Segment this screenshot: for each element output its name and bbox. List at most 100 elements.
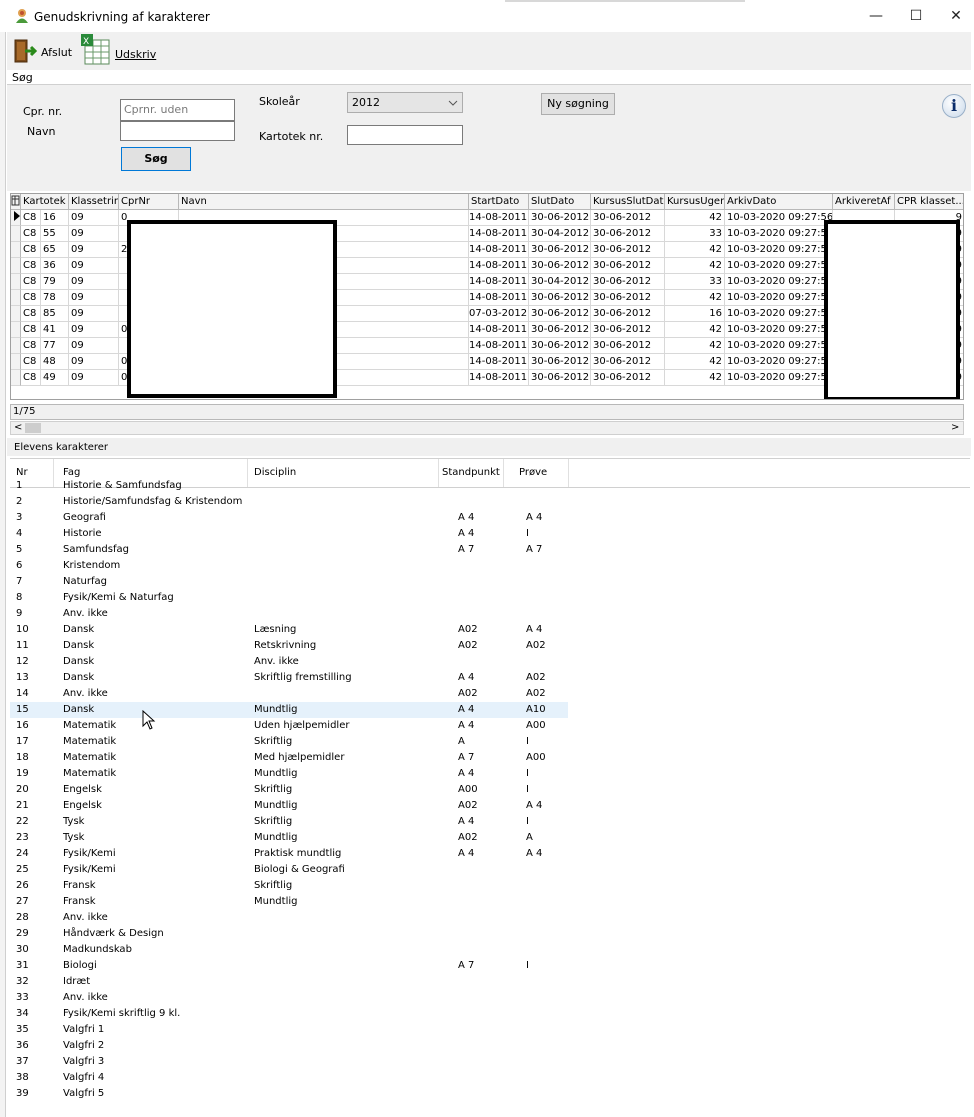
col-header-kursusslutdato[interactable]: KursusSlutDato <box>591 194 665 210</box>
close-button[interactable]: ✕ <box>936 4 974 28</box>
grade-row[interactable]: 27 Fransk Mundtlig <box>10 894 568 910</box>
scroll-thumb[interactable] <box>25 423 41 433</box>
scroll-right-button[interactable]: > <box>951 422 959 433</box>
grade-row[interactable]: 24 Fysik/Kemi Praktisk mundtlig A 4 A 4 <box>10 846 568 862</box>
row-header[interactable] <box>11 242 21 258</box>
grid-cell-slut: 30-06-2012 <box>529 370 591 386</box>
grade-row[interactable]: 19 Matematik Mundtlig A 4 I <box>10 766 568 782</box>
col-header-cprnr[interactable]: CprNr <box>119 194 179 210</box>
exit-button[interactable]: Afslut <box>13 38 81 64</box>
grade-cell-fag: Dansk <box>63 624 95 635</box>
col-header-klassetrin[interactable]: Klassetrin <box>69 194 119 210</box>
grade-cell-nr: 26 <box>16 880 29 891</box>
maximize-button[interactable]: ☐ <box>896 4 936 28</box>
kartotek-label: Kartotek nr. <box>259 130 324 143</box>
grade-row[interactable]: 36 Valgfri 2 <box>10 1038 568 1054</box>
col-header-cpr-klasset[interactable]: CPR klasset... <box>895 194 963 210</box>
grade-cell-proeve: A <box>526 832 533 843</box>
grade-row[interactable]: 13 Dansk Skriftlig fremstilling A 4 A02 <box>10 670 568 686</box>
grade-row[interactable]: 10 Dansk Læsning A02 A 4 <box>10 622 568 638</box>
grade-row[interactable]: 6 Kristendom <box>10 558 568 574</box>
grade-cell-nr: 2 <box>16 496 23 507</box>
col-header-kursusuger[interactable]: KursusUger <box>665 194 725 210</box>
grade-row[interactable]: 26 Fransk Skriftlig <box>10 878 568 894</box>
col-header-slutdato[interactable]: SlutDato <box>529 194 591 210</box>
grade-row[interactable]: 39 Valgfri 5 <box>10 1086 568 1102</box>
grade-cell-fag: Samfundsfag <box>63 544 129 555</box>
grade-row[interactable]: 16 Matematik Uden hjælpemidler A 4 A00 <box>10 718 568 734</box>
minimize-button[interactable]: — <box>856 4 896 28</box>
grades-header-disciplin[interactable]: Disciplin <box>254 467 296 478</box>
grade-row[interactable]: 25 Fysik/Kemi Biologi & Geografi <box>10 862 568 878</box>
grades-header-fag[interactable]: Fag <box>63 467 80 478</box>
grade-row[interactable]: 18 Matematik Med hjælpemidler A 7 A00 <box>10 750 568 766</box>
grade-row[interactable]: 4 Historie A 4 I <box>10 526 568 542</box>
scroll-left-button[interactable]: < <box>14 422 22 433</box>
grade-cell-fag: Fysik/Kemi & Naturfag <box>63 592 174 603</box>
grade-row[interactable]: 33 Anv. ikke <box>10 990 568 1006</box>
grade-row[interactable]: 17 Matematik Skriftlig A I <box>10 734 568 750</box>
grade-cell-standpunkt: A 4 <box>458 768 475 779</box>
row-header[interactable] <box>11 258 21 274</box>
row-header[interactable] <box>11 290 21 306</box>
grade-row[interactable]: 22 Tysk Skriftlig A 4 I <box>10 814 568 830</box>
info-icon[interactable]: i <box>942 94 966 118</box>
grade-row[interactable]: 28 Anv. ikke <box>10 910 568 926</box>
kartotek-input[interactable] <box>347 125 463 145</box>
col-header-arkivdato[interactable]: ArkivDato <box>725 194 833 210</box>
print-button[interactable]: X Udskriv <box>81 34 161 66</box>
grade-row[interactable]: 15 Dansk Mundtlig A 4 A10 <box>10 702 568 718</box>
new-search-button[interactable]: Ny søgning <box>541 93 615 115</box>
grade-row[interactable]: 35 Valgfri 1 <box>10 1022 568 1038</box>
grade-row[interactable]: 7 Naturfag <box>10 574 568 590</box>
grid-cell-start: 07-03-2012 <box>469 306 529 322</box>
grade-row[interactable]: 9 Anv. ikke <box>10 606 568 622</box>
grid-cell-arkiv: 10-03-2020 09:27:56 <box>725 370 833 386</box>
grade-row[interactable]: 11 Dansk Retskrivning A02 A02 <box>10 638 568 654</box>
grade-cell-fag: Matematik <box>63 768 117 779</box>
grade-row[interactable]: 2 Historie/Samfundsfag & Kristendom <box>10 494 568 510</box>
grid-cell-k2: 49 <box>41 370 69 386</box>
col-header-startdato[interactable]: StartDato <box>469 194 529 210</box>
row-header[interactable] <box>11 338 21 354</box>
student-grid: Kartotek Klassetrin CprNr Navn StartDato… <box>10 193 964 400</box>
row-header[interactable] <box>11 226 21 242</box>
grade-row[interactable]: 32 Idræt <box>10 974 568 990</box>
grade-row[interactable]: 14 Anv. ikke A02 A02 <box>10 686 568 702</box>
row-header[interactable] <box>11 306 21 322</box>
grade-row[interactable]: 30 Madkundskab <box>10 942 568 958</box>
grade-row[interactable]: 29 Håndværk & Design <box>10 926 568 942</box>
row-header[interactable] <box>11 370 21 386</box>
schoolyear-select[interactable]: 2012 <box>347 92 463 113</box>
col-header-navn[interactable]: Navn <box>179 194 469 210</box>
grid-cell-start: 14-08-2011 <box>469 242 529 258</box>
grade-row[interactable]: 12 Dansk Anv. ikke <box>10 654 568 670</box>
horizontal-scrollbar[interactable]: < > <box>10 421 964 435</box>
grade-row[interactable]: 5 Samfundsfag A 7 A 7 <box>10 542 568 558</box>
grade-row[interactable]: 23 Tysk Mundtlig A02 A <box>10 830 568 846</box>
grade-row[interactable]: 34 Fysik/Kemi skriftlig 9 kl. <box>10 1006 568 1022</box>
row-header[interactable] <box>11 274 21 290</box>
grades-header-nr[interactable]: Nr <box>16 467 28 478</box>
search-panel: Cpr. nr. Cprnr. uden bindestreg Navn Søg… <box>7 84 971 191</box>
grades-header-standpunkt[interactable]: Standpunkt <box>442 467 500 478</box>
col-header-arkiveretaf[interactable]: ArkiveretAf <box>833 194 895 210</box>
col-header-kartotek[interactable]: Kartotek <box>21 194 69 210</box>
grade-cell-disciplin: Med hjælpemidler <box>254 752 345 763</box>
grade-row[interactable]: 31 Biologi A 7 I <box>10 958 568 974</box>
cpr-input[interactable]: Cprnr. uden bindestreg <box>120 99 235 136</box>
grade-row[interactable]: 21 Engelsk Mundtlig A02 A 4 <box>10 798 568 814</box>
row-header[interactable] <box>11 322 21 338</box>
grade-row[interactable]: 3 Geografi A 4 A 4 <box>10 510 568 526</box>
grades-header-proeve[interactable]: Prøve <box>519 467 547 478</box>
row-header[interactable] <box>11 354 21 370</box>
grade-row[interactable]: 20 Engelsk Skriftlig A00 I <box>10 782 568 798</box>
grade-row[interactable]: 1 Historie & Samfundsfag <box>10 478 568 494</box>
row-current-indicator-icon[interactable] <box>11 210 21 226</box>
grid-cell-kursusslut: 30-06-2012 <box>591 306 665 322</box>
grade-row[interactable]: 38 Valgfri 4 <box>10 1070 568 1086</box>
grade-row[interactable]: 8 Fysik/Kemi & Naturfag <box>10 590 568 606</box>
name-input[interactable] <box>120 121 235 141</box>
grade-row[interactable]: 37 Valgfri 3 <box>10 1054 568 1070</box>
search-button[interactable]: Søg <box>121 147 191 171</box>
